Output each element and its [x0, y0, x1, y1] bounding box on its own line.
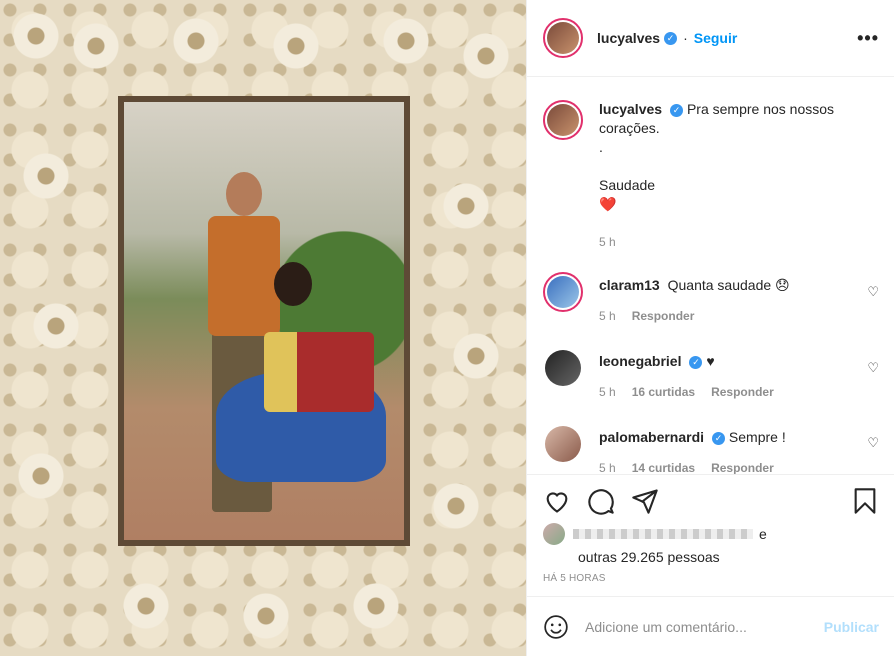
verified-icon: ✓: [689, 355, 703, 369]
likes-count[interactable]: 14 curtidas: [632, 461, 695, 474]
avatar[interactable]: [543, 424, 583, 464]
comments-list[interactable]: lucyalves ✓ Pra sempre nos nossos coraçõe…: [527, 78, 894, 474]
likes-summary[interactable]: e outras 29.265 pessoas: [543, 523, 767, 565]
comment-item: leonegabriel ✓ ♥: [543, 348, 879, 388]
reply-button[interactable]: Responder: [711, 461, 774, 474]
caption-time: 5 h: [599, 235, 616, 249]
likes-count[interactable]: outras 29.265 pessoas: [578, 549, 767, 565]
comment-input[interactable]: Adicione um comentário...: [585, 619, 824, 635]
post-actions: e outras 29.265 pessoas HÁ 5 HORAS: [527, 474, 894, 596]
emoji-icon[interactable]: [543, 614, 569, 640]
username[interactable]: lucyalves: [597, 30, 660, 46]
caption-text: Saudade: [599, 177, 656, 193]
post-header: lucyalves ✓ · Seguir •••: [527, 0, 894, 77]
redacted-likers: [573, 529, 753, 539]
frame-flower: [460, 30, 512, 82]
add-comment-bar: Adicione um comentário... Publicar: [527, 596, 894, 656]
avatar[interactable]: [543, 100, 583, 140]
comment-username[interactable]: palomabernardi: [599, 429, 704, 445]
verified-icon: ✓: [664, 31, 678, 45]
avatar[interactable]: [543, 18, 583, 58]
frame-flower: [20, 150, 72, 202]
verified-icon: ✓: [670, 103, 684, 117]
share-icon[interactable]: [631, 487, 659, 515]
reply-button[interactable]: Responder: [632, 309, 695, 323]
bookmark-icon[interactable]: [851, 487, 879, 515]
frame-flower: [170, 15, 222, 67]
likes-count[interactable]: 16 curtidas: [632, 385, 695, 399]
frame-flower: [270, 20, 322, 72]
follow-button[interactable]: Seguir: [694, 30, 738, 46]
like-comment-icon[interactable]: ♡: [867, 360, 879, 376]
comment-username[interactable]: claram13: [599, 277, 660, 293]
post-photo[interactable]: [0, 0, 526, 656]
post-time[interactable]: HÁ 5 HORAS: [543, 573, 606, 584]
frame-flower: [120, 580, 172, 632]
publish-button[interactable]: Publicar: [824, 619, 879, 635]
more-options-icon[interactable]: •••: [857, 28, 879, 49]
caption-text: corações.: [599, 120, 660, 136]
comment-item: palomabernardi ✓ Sempre !: [543, 424, 879, 464]
like-comment-icon[interactable]: ♡: [867, 284, 879, 300]
woman-figure: [216, 262, 386, 502]
comment-time[interactable]: 5 h: [599, 309, 616, 323]
frame-flower: [380, 15, 432, 67]
frame-flower: [350, 580, 402, 632]
avatar[interactable]: [543, 348, 583, 388]
caption: lucyalves ✓ Pra sempre nos nossos coraçõe…: [543, 100, 879, 214]
comment-meta: 5 h 16 curtidas Responder: [599, 385, 774, 399]
verified-icon: ✓: [712, 431, 726, 445]
frame-flower: [430, 480, 482, 532]
comment-text: Sempre !: [728, 429, 786, 445]
frame-flower: [10, 10, 62, 62]
frame-flower: [240, 590, 292, 642]
reply-button[interactable]: Responder: [711, 385, 774, 399]
comment-text: Quanta saudade 😞: [667, 277, 790, 293]
comment-text: ♥: [706, 353, 715, 369]
avatar[interactable]: [543, 272, 583, 312]
heart-icon[interactable]: [543, 487, 571, 515]
comment-meta: 5 h Responder: [599, 309, 694, 323]
frame-flower: [30, 300, 82, 352]
heart-emoji: ❤️: [599, 196, 617, 212]
comment-icon[interactable]: [587, 487, 615, 515]
post-side-panel: lucyalves ✓ · Seguir ••• lucyalves ✓ Pra …: [526, 0, 894, 656]
accordion: [264, 332, 374, 412]
caption-username[interactable]: lucyalves: [599, 101, 662, 117]
frame-flower: [440, 180, 492, 232]
frame-flower: [70, 20, 122, 72]
separator-dot: ·: [683, 30, 688, 46]
comment-time[interactable]: 5 h: [599, 385, 616, 399]
framed-picture: [118, 96, 410, 546]
frame-flower: [450, 330, 502, 382]
likes-suffix: e: [759, 526, 767, 542]
comment-time[interactable]: 5 h: [599, 461, 616, 474]
liker-avatar: [543, 523, 565, 545]
caption-text: Pra sempre nos nossos: [686, 101, 835, 117]
comment-item: claram13 Quanta saudade 😞: [543, 272, 879, 312]
frame-flower: [15, 450, 67, 502]
comment-username[interactable]: leonegabriel: [599, 353, 681, 369]
comment-meta: 5 h 14 curtidas Responder: [599, 461, 774, 474]
like-comment-icon[interactable]: ♡: [867, 435, 879, 451]
caption-text: .: [599, 139, 603, 155]
